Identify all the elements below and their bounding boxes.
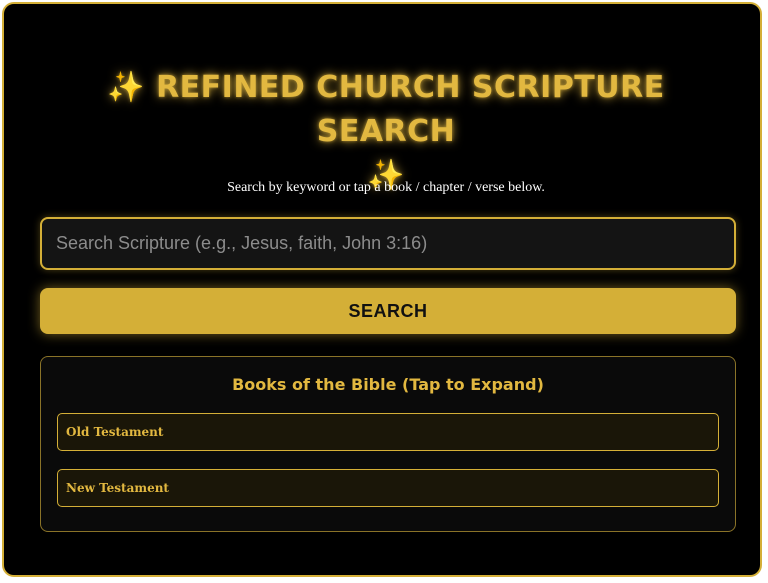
books-panel-title: Books of the Bible (Tap to Expand) [232,375,544,394]
app-frame: ✨ REFINED CHURCH SCRIPTURE SEARCH ✨ Sear… [2,2,762,577]
new-testament-toggle[interactable]: New Testament [57,469,719,507]
new-testament-label: New Testament [66,481,169,495]
old-testament-toggle[interactable]: Old Testament [57,413,719,451]
page-title-text: REFINED CHURCH SCRIPTURE SEARCH [156,70,665,149]
page-subtitle: Search by keyword or tap a book / chapte… [227,180,545,195]
search-button[interactable]: SEARCH [40,288,736,334]
sparkle-icon-left: ✨ [107,70,146,105]
books-panel: Books of the Bible (Tap to Expand) Old T… [40,356,736,532]
old-testament-label: Old Testament [66,425,164,439]
page-title: ✨ REFINED CHURCH SCRIPTURE SEARCH ✨ [34,66,738,198]
search-input[interactable] [40,217,736,270]
